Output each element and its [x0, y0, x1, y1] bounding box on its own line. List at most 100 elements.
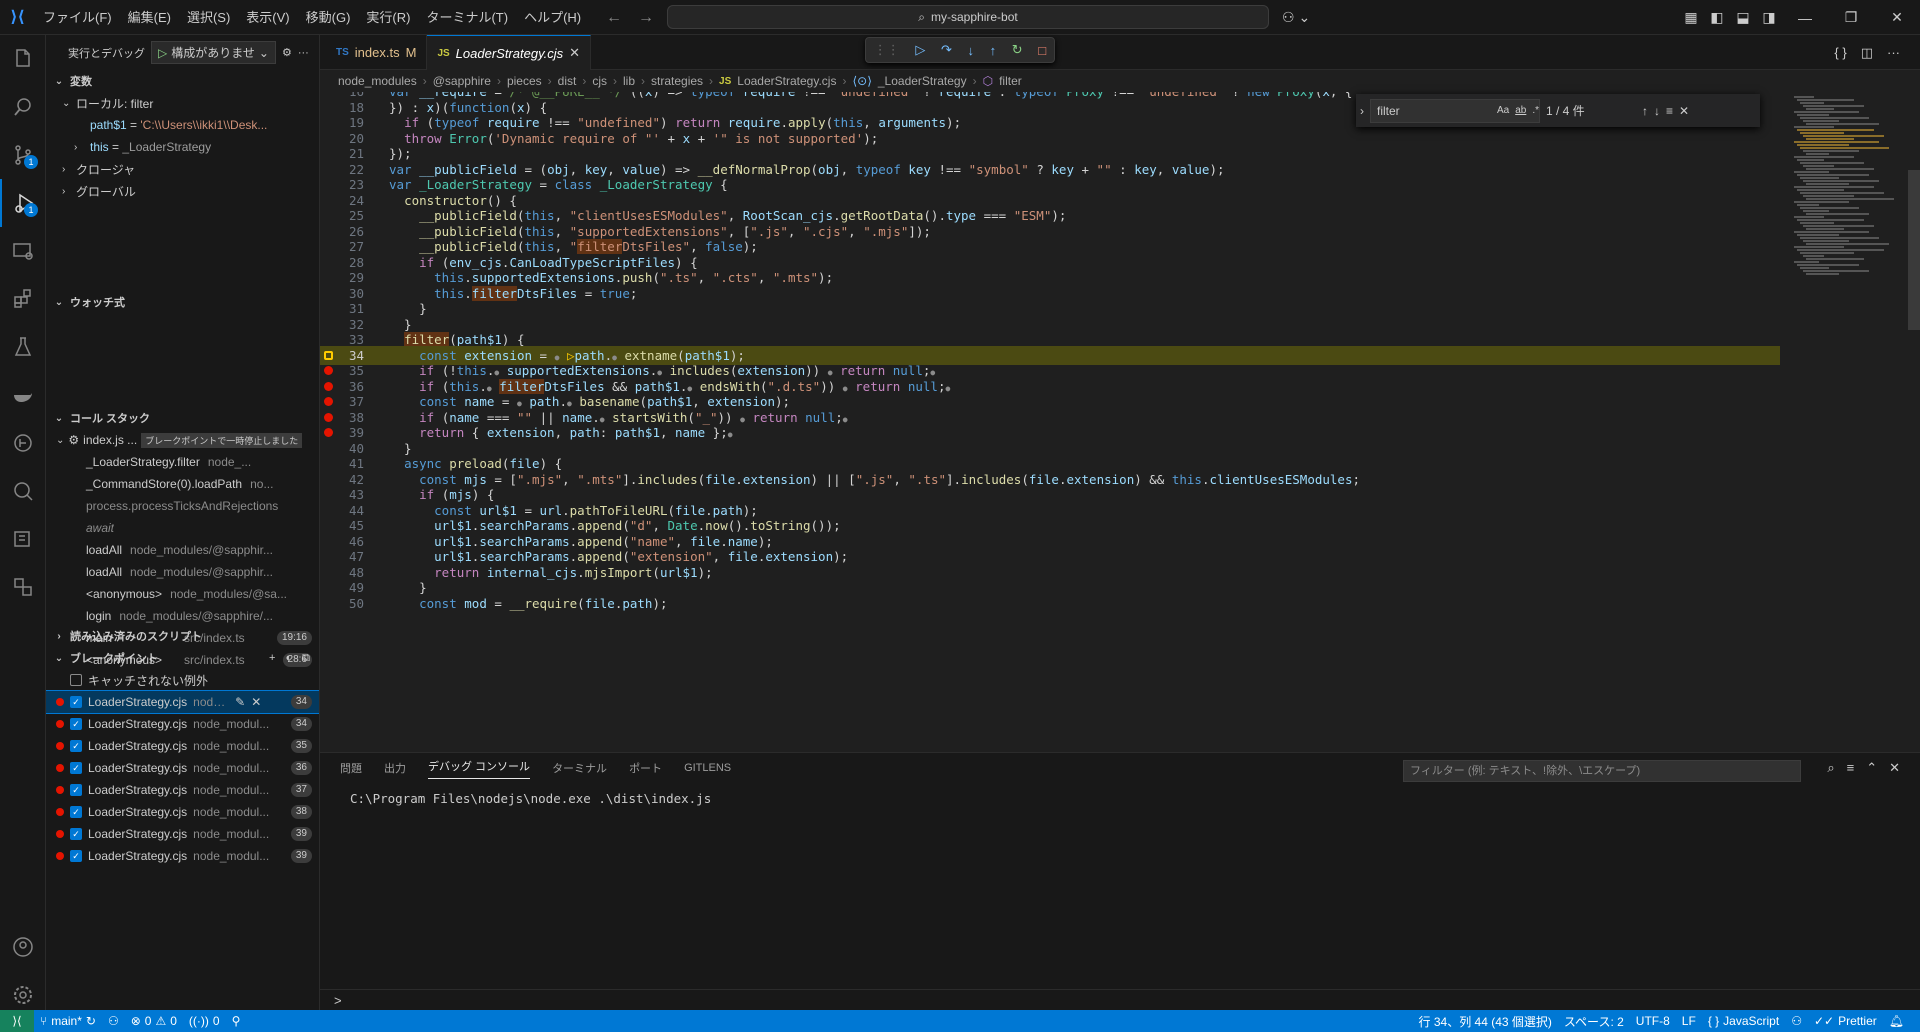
checkbox[interactable]: ✓	[70, 806, 82, 818]
toggle-sidebar-icon[interactable]: ◧	[1704, 9, 1730, 26]
variables-section-header[interactable]: ⌄ 変数	[46, 70, 319, 92]
loaded-scripts-header[interactable]: › 読み込み済みのスクリプト	[46, 625, 319, 647]
breakpoint-item[interactable]: ✓ LoaderStrategy.cjs node_modul... 35	[46, 735, 319, 757]
find-in-selection-icon[interactable]: ≡	[1666, 104, 1673, 118]
local-scope-row[interactable]: ⌄ ローカル: filter	[46, 92, 319, 114]
accounts-icon[interactable]	[0, 923, 46, 971]
close-window-button[interactable]: ✕	[1874, 9, 1920, 26]
menu-edit[interactable]: 編集(E)	[120, 0, 179, 35]
testing-icon[interactable]	[0, 323, 46, 371]
continue-icon[interactable]: ▷	[915, 42, 925, 58]
previous-match-icon[interactable]: ↑	[1642, 104, 1648, 118]
uncaught-exceptions-row[interactable]: キャッチされない例外	[46, 669, 319, 691]
watch-section-header[interactable]: ⌄ ウォッチ式	[46, 291, 319, 313]
breadcrumb-item[interactable]: lib	[623, 74, 635, 88]
breakpoint-dot-icon[interactable]	[324, 428, 333, 437]
menu-help[interactable]: ヘルプ(H)	[516, 0, 589, 35]
gitlens-status-icon[interactable]: ⚇	[102, 1014, 125, 1028]
minimap[interactable]	[1790, 92, 1910, 752]
console-input[interactable]: >	[320, 989, 1920, 1011]
variable-row[interactable]: path$1 = 'C:\\Users\\ikki1\\Desk...	[46, 114, 319, 136]
debug-status-icon[interactable]: ⚲	[226, 1014, 247, 1028]
command-center[interactable]: ⌕ my-sapphire-bot	[667, 5, 1269, 29]
thread-row[interactable]: ⌄ ⚙ index.js ... ブレークポイントで一時停止しました	[46, 429, 319, 451]
menu-file[interactable]: ファイル(F)	[35, 0, 120, 35]
search-icon[interactable]	[0, 83, 46, 131]
close-panel-icon[interactable]: ✕	[1889, 760, 1900, 776]
breadcrumb-item[interactable]: filter	[999, 74, 1022, 88]
restart-icon[interactable]: ↻	[1012, 42, 1023, 58]
toggle-breakpoints-icon[interactable]: ◐	[285, 652, 292, 665]
checkbox[interactable]: ✓	[70, 696, 82, 708]
cursor-position[interactable]: 行 34、列 44 (43 個選択)	[1413, 1013, 1558, 1030]
match-case-toggle[interactable]: Aa	[1497, 105, 1509, 116]
ports-indicator[interactable]: ((·)) 0	[183, 1014, 226, 1028]
gitlens-inspect-icon[interactable]	[0, 467, 46, 515]
menu-go[interactable]: 移動(G)	[298, 0, 359, 35]
tab-output[interactable]: 出力	[384, 760, 406, 776]
breakpoint-item[interactable]: ✓ LoaderStrategy.cjs node_modul... 36	[46, 757, 319, 779]
breakpoint-dot-icon[interactable]	[324, 412, 333, 422]
customize-layout-icon[interactable]: ▦	[1678, 9, 1704, 26]
breadcrumb-item[interactable]: cjs	[592, 74, 607, 88]
source-control-icon[interactable]: 1	[0, 131, 46, 179]
tab-problems[interactable]: 問題	[340, 760, 362, 776]
tab-loaderstrategy-cjs[interactable]: JS LoaderStrategy.cjs ✕	[427, 35, 592, 70]
extensions-icon[interactable]	[0, 275, 46, 323]
tab-index-ts[interactable]: TS index.ts M	[320, 35, 428, 70]
drag-handle-icon[interactable]: ⋮⋮	[874, 42, 900, 58]
remove-breakpoint-icon[interactable]: ✕	[251, 695, 261, 709]
breakpoint-item[interactable]: ✓ LoaderStrategy.cjs node... ✎ ✕ 34	[46, 690, 319, 714]
maximize-panel-icon[interactable]: ⌃	[1866, 760, 1877, 776]
next-match-icon[interactable]: ↓	[1654, 104, 1660, 118]
problems-indicator[interactable]: ⊗ 0 ⚠ 0	[125, 1014, 183, 1028]
breakpoint-dot-icon[interactable]	[324, 381, 333, 391]
stack-frame[interactable]: loadAll node_modules/@sapphir...	[46, 539, 319, 561]
docker-icon[interactable]	[0, 371, 46, 419]
step-into-icon[interactable]: ↓	[968, 43, 975, 58]
breadcrumb-item[interactable]: pieces	[507, 74, 542, 88]
start-debugging-button[interactable]: ▷ 構成がありませ ⌄	[151, 41, 276, 64]
match-word-toggle[interactable]: ab	[1515, 105, 1526, 116]
console-filter-input[interactable]: フィルター (例: テキスト、!除外、\エスケープ)	[1403, 760, 1801, 782]
end-of-line[interactable]: LF	[1676, 1014, 1702, 1028]
more-actions-icon[interactable]: ···	[1887, 45, 1900, 60]
forward-arrow-icon[interactable]: →	[638, 9, 654, 27]
checkbox[interactable]: ✓	[70, 828, 82, 840]
stack-frame[interactable]: login node_modules/@sapphire/...	[46, 605, 319, 627]
stack-frame[interactable]: _LoaderStrategy.filter node_...	[46, 451, 319, 473]
toggle-secondary-sidebar-icon[interactable]: ◨	[1756, 9, 1782, 26]
tab-ports[interactable]: ポート	[629, 760, 662, 776]
step-out-icon[interactable]: ↑	[990, 43, 997, 58]
breakpoint-item[interactable]: ✓ LoaderStrategy.cjs node_modul... 34	[46, 713, 319, 735]
find-input[interactable]: filter Aa ab .*	[1370, 98, 1540, 123]
menu-terminal[interactable]: ターミナル(T)	[418, 0, 516, 35]
breakpoint-item[interactable]: ✓ LoaderStrategy.cjs node_modul... 37	[46, 779, 319, 801]
breadcrumb-item[interactable]: strategies	[651, 74, 703, 88]
gear-icon[interactable]: ⚙	[282, 46, 292, 59]
copilot-icon[interactable]: ⚇ ⌄	[1282, 0, 1310, 35]
closure-scope-row[interactable]: › クロージャ	[46, 158, 319, 180]
edit-breakpoint-icon[interactable]: ✎	[235, 695, 245, 709]
breadcrumb-item[interactable]: node_modules	[338, 74, 417, 88]
container-icon[interactable]	[0, 515, 46, 563]
breakpoint-item[interactable]: ✓ LoaderStrategy.cjs node_modul... 38	[46, 801, 319, 823]
global-scope-row[interactable]: › グローバル	[46, 180, 319, 202]
breakpoint-item[interactable]: ✓ LoaderStrategy.cjs node_modul... 39	[46, 845, 319, 867]
checkbox[interactable]: ✓	[70, 762, 82, 774]
breadcrumb-item[interactable]: dist	[558, 74, 577, 88]
copilot-status-icon[interactable]: ⚇	[1785, 1014, 1808, 1028]
breadcrumb-item[interactable]: LoaderStrategy.cjs	[737, 74, 836, 88]
checkbox[interactable]: ✓	[70, 784, 82, 796]
braces-icon[interactable]: { }	[1834, 45, 1846, 60]
menu-run[interactable]: 実行(R)	[358, 0, 418, 35]
breakpoint-dot-icon[interactable]	[324, 366, 333, 375]
checkbox[interactable]: ✓	[70, 850, 82, 862]
tab-debug-console[interactable]: デバッグ コンソール	[428, 758, 531, 779]
checkbox[interactable]: ✓	[70, 740, 82, 752]
remove-all-breakpoints-icon[interactable]: ⧉	[302, 652, 310, 665]
breakpoint-dot-icon[interactable]	[324, 397, 333, 406]
language-mode[interactable]: { } JavaScript	[1702, 1014, 1785, 1028]
workspaces-icon[interactable]	[0, 563, 46, 611]
add-breakpoint-icon[interactable]: +	[269, 652, 275, 665]
